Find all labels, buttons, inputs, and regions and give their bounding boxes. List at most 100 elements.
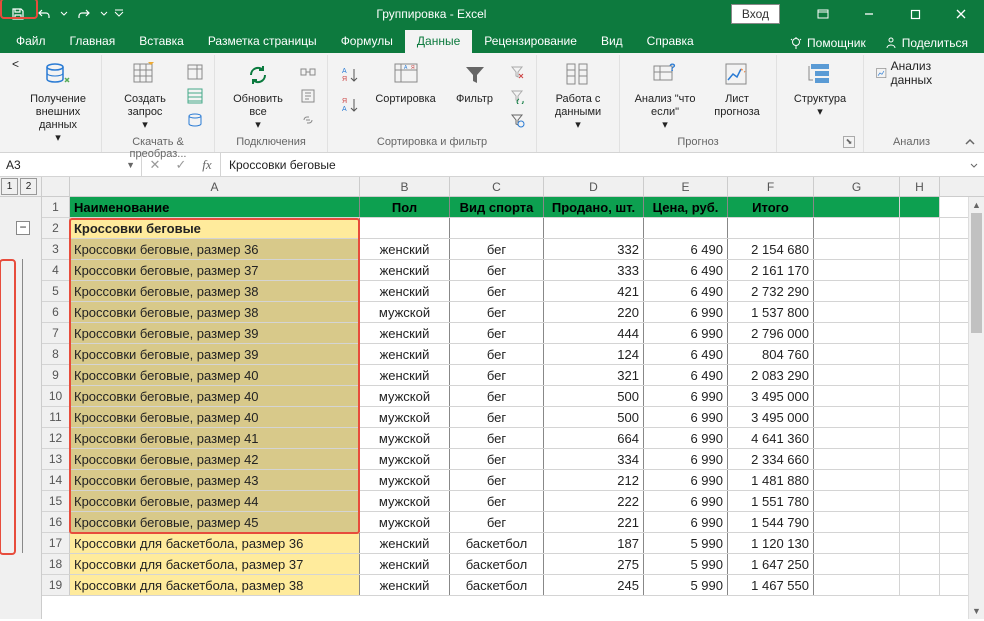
cell[interactable]: бег [450,365,544,385]
col-B[interactable]: B [360,177,450,196]
row-header[interactable]: 9 [42,365,70,385]
cell[interactable] [814,428,900,448]
cell[interactable]: 2 732 290 [728,281,814,301]
cell[interactable] [814,239,900,259]
cell[interactable]: женский [360,281,450,301]
cell[interactable]: 5 990 [644,554,728,574]
spreadsheet-grid[interactable]: A B C D E F G H 1 Наименование Пол Вид с… [42,177,984,619]
cell[interactable] [814,512,900,532]
forecast-sheet[interactable]: Лист прогноза [706,57,768,121]
cell[interactable] [814,197,900,217]
cell[interactable]: 6 990 [644,302,728,322]
cell[interactable]: 664 [544,428,644,448]
recent-sources[interactable] [184,109,206,131]
row-header[interactable]: 1 [42,197,70,217]
cell[interactable]: 3 495 000 [728,407,814,427]
share-button[interactable]: Поделиться [876,33,976,53]
cell[interactable]: Итого [728,197,814,217]
row-header[interactable]: 19 [42,575,70,595]
cell[interactable] [900,197,940,217]
cell[interactable]: мужской [360,302,450,322]
scroll-up-icon[interactable]: ▲ [969,197,984,213]
cell[interactable] [644,218,728,238]
tab-insert[interactable]: Вставка [127,30,196,53]
get-external-data[interactable]: Получение внешних данных ▾ [23,57,93,147]
cell[interactable]: Кроссовки беговые, размер 45 [70,512,360,532]
cell[interactable]: 332 [544,239,644,259]
cell[interactable]: 2 796 000 [728,323,814,343]
tell-me[interactable]: Помощник [781,33,874,53]
col-H[interactable]: H [900,177,940,196]
cell[interactable]: 500 [544,386,644,406]
advanced-filter[interactable] [506,109,528,131]
cell[interactable]: 187 [544,533,644,553]
cell[interactable]: 6 490 [644,260,728,280]
cell[interactable]: 6 990 [644,407,728,427]
row-header[interactable]: 8 [42,344,70,364]
cell[interactable]: 2 334 660 [728,449,814,469]
tab-layout[interactable]: Разметка страницы [196,30,329,53]
cell[interactable]: бег [450,428,544,448]
cell[interactable]: 4 641 360 [728,428,814,448]
cell[interactable]: 1 467 550 [728,575,814,595]
cell[interactable]: бег [450,344,544,364]
cell[interactable] [814,365,900,385]
tab-data[interactable]: Данные [405,30,472,53]
cell[interactable]: мужской [360,407,450,427]
cell[interactable]: мужской [360,386,450,406]
cell[interactable]: 321 [544,365,644,385]
cell[interactable]: Кроссовки беговые, размер 44 [70,491,360,511]
cell[interactable]: Кроссовки беговые, размер 40 [70,407,360,427]
row-header[interactable]: 15 [42,491,70,511]
cell[interactable] [900,449,940,469]
cell[interactable] [814,260,900,280]
row-header[interactable]: 18 [42,554,70,574]
refresh-all[interactable]: Обновить все ▾ [223,57,293,134]
cell[interactable]: 275 [544,554,644,574]
select-all[interactable] [42,177,70,196]
sort-button[interactable]: АЯ Сортировка [368,57,443,108]
col-C[interactable]: C [450,177,544,196]
tab-view[interactable]: Вид [589,30,635,53]
cell[interactable] [900,407,940,427]
outline-collapse[interactable]: − [16,221,30,235]
cell[interactable]: бег [450,302,544,322]
outline-level-1[interactable]: 1 [1,178,18,195]
structure-button[interactable]: Структура ▾ [785,57,855,121]
cell[interactable] [728,218,814,238]
cell[interactable]: 334 [544,449,644,469]
cell[interactable]: 221 [544,512,644,532]
cell[interactable]: 1 120 130 [728,533,814,553]
reapply-filter[interactable] [506,85,528,107]
row-header[interactable]: 6 [42,302,70,322]
cell[interactable] [900,239,940,259]
cell[interactable] [814,533,900,553]
cell[interactable] [814,386,900,406]
cell[interactable]: бег [450,407,544,427]
cell[interactable]: женский [360,344,450,364]
work-with-data[interactable]: Работа с данными ▾ [545,57,611,134]
cell[interactable]: 3 495 000 [728,386,814,406]
cell[interactable]: Кроссовки беговые, размер 43 [70,470,360,490]
cell[interactable]: 245 [544,575,644,595]
cell[interactable]: женский [360,260,450,280]
cell[interactable] [814,554,900,574]
cell[interactable]: 6 990 [644,512,728,532]
row-header[interactable]: 7 [42,323,70,343]
scroll-down-icon[interactable]: ▼ [969,603,984,619]
cell[interactable]: 444 [544,323,644,343]
cell[interactable]: 5 990 [644,575,728,595]
tab-file[interactable]: Файл [4,30,58,53]
cell[interactable]: 6 990 [644,491,728,511]
data-analysis[interactable]: Анализ данных [872,57,951,89]
cell[interactable] [900,533,940,553]
close-button[interactable] [938,0,984,28]
cell[interactable]: 6 490 [644,344,728,364]
cell[interactable]: 212 [544,470,644,490]
maximize-button[interactable] [892,0,938,28]
undo-button[interactable] [32,2,56,26]
cell[interactable]: Продано, шт. [544,197,644,217]
edit-links-btn[interactable] [297,109,319,131]
vertical-scrollbar[interactable]: ▲ ▼ [968,197,984,619]
col-E[interactable]: E [644,177,728,196]
